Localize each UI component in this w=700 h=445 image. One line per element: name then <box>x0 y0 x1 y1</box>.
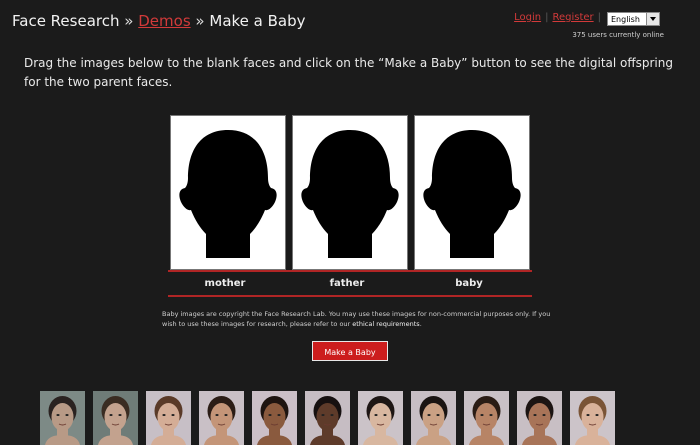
face-photo-icon <box>522 396 557 445</box>
face-thumbnail[interactable] <box>305 391 350 445</box>
breadcrumb-separator: » <box>195 12 205 30</box>
baby-result-slot <box>414 115 530 270</box>
account-links: Login | Register | <box>514 12 605 23</box>
face-photo-icon <box>204 396 239 445</box>
face-photo-icon <box>575 396 610 445</box>
breadcrumb-separator: » <box>124 12 134 30</box>
divider: | <box>597 12 601 23</box>
blank-face-icon <box>423 130 521 258</box>
face-photo-icon <box>310 396 345 445</box>
make-a-baby-button[interactable]: Make a Baby <box>312 341 388 361</box>
register-link[interactable]: Register <box>552 12 593 23</box>
face-thumbnail[interactable] <box>570 391 615 445</box>
login-link[interactable]: Login <box>514 12 541 23</box>
face-thumbnail[interactable] <box>517 391 562 445</box>
mother-label: mother <box>204 278 246 289</box>
instructions: Drag the images below to the blank faces… <box>24 56 673 89</box>
face-photo-icon <box>469 396 504 445</box>
face-thumbnail[interactable] <box>93 391 138 445</box>
father-label: father <box>329 278 365 289</box>
divider: | <box>545 12 549 23</box>
divider <box>168 295 532 297</box>
online-count: 375 users currently online <box>572 31 664 39</box>
face-photo-icon <box>151 396 186 445</box>
face-photo-icon <box>98 396 133 445</box>
face-photo-icon <box>257 396 292 445</box>
face-photo-icon <box>45 396 80 445</box>
face-thumbnail[interactable] <box>252 391 297 445</box>
face-thumbnail[interactable] <box>464 391 509 445</box>
face-slots <box>170 115 530 270</box>
copyright-notice: Baby images are copyright the Face Resea… <box>162 309 562 329</box>
language-value: English <box>611 15 640 24</box>
face-thumbnail[interactable] <box>199 391 244 445</box>
face-thumbnail[interactable] <box>146 391 191 445</box>
father-drop-slot[interactable] <box>292 115 408 270</box>
face-photo-icon <box>363 396 398 445</box>
blank-face-icon <box>301 130 399 258</box>
language-select[interactable]: English <box>607 12 660 26</box>
mother-drop-slot[interactable] <box>170 115 286 270</box>
breadcrumb-demos-link[interactable]: Demos <box>138 12 190 30</box>
breadcrumb: Face Research » Demos » Make a Baby <box>12 12 306 30</box>
copyright-end: . <box>419 320 422 328</box>
slot-labels: mother father baby <box>168 278 532 292</box>
ethical-requirements-link[interactable]: ethical requirements <box>352 320 419 328</box>
page-title: Make a Baby <box>209 12 306 30</box>
face-thumbnail[interactable] <box>358 391 403 445</box>
blank-face-icon <box>179 130 277 258</box>
face-thumbnail[interactable] <box>40 391 85 445</box>
face-photo-icon <box>416 396 451 445</box>
baby-label: baby <box>455 278 483 289</box>
face-thumbnail[interactable] <box>411 391 456 445</box>
site-title: Face Research <box>12 12 120 30</box>
chevron-down-icon[interactable] <box>646 13 659 25</box>
divider <box>168 270 532 272</box>
